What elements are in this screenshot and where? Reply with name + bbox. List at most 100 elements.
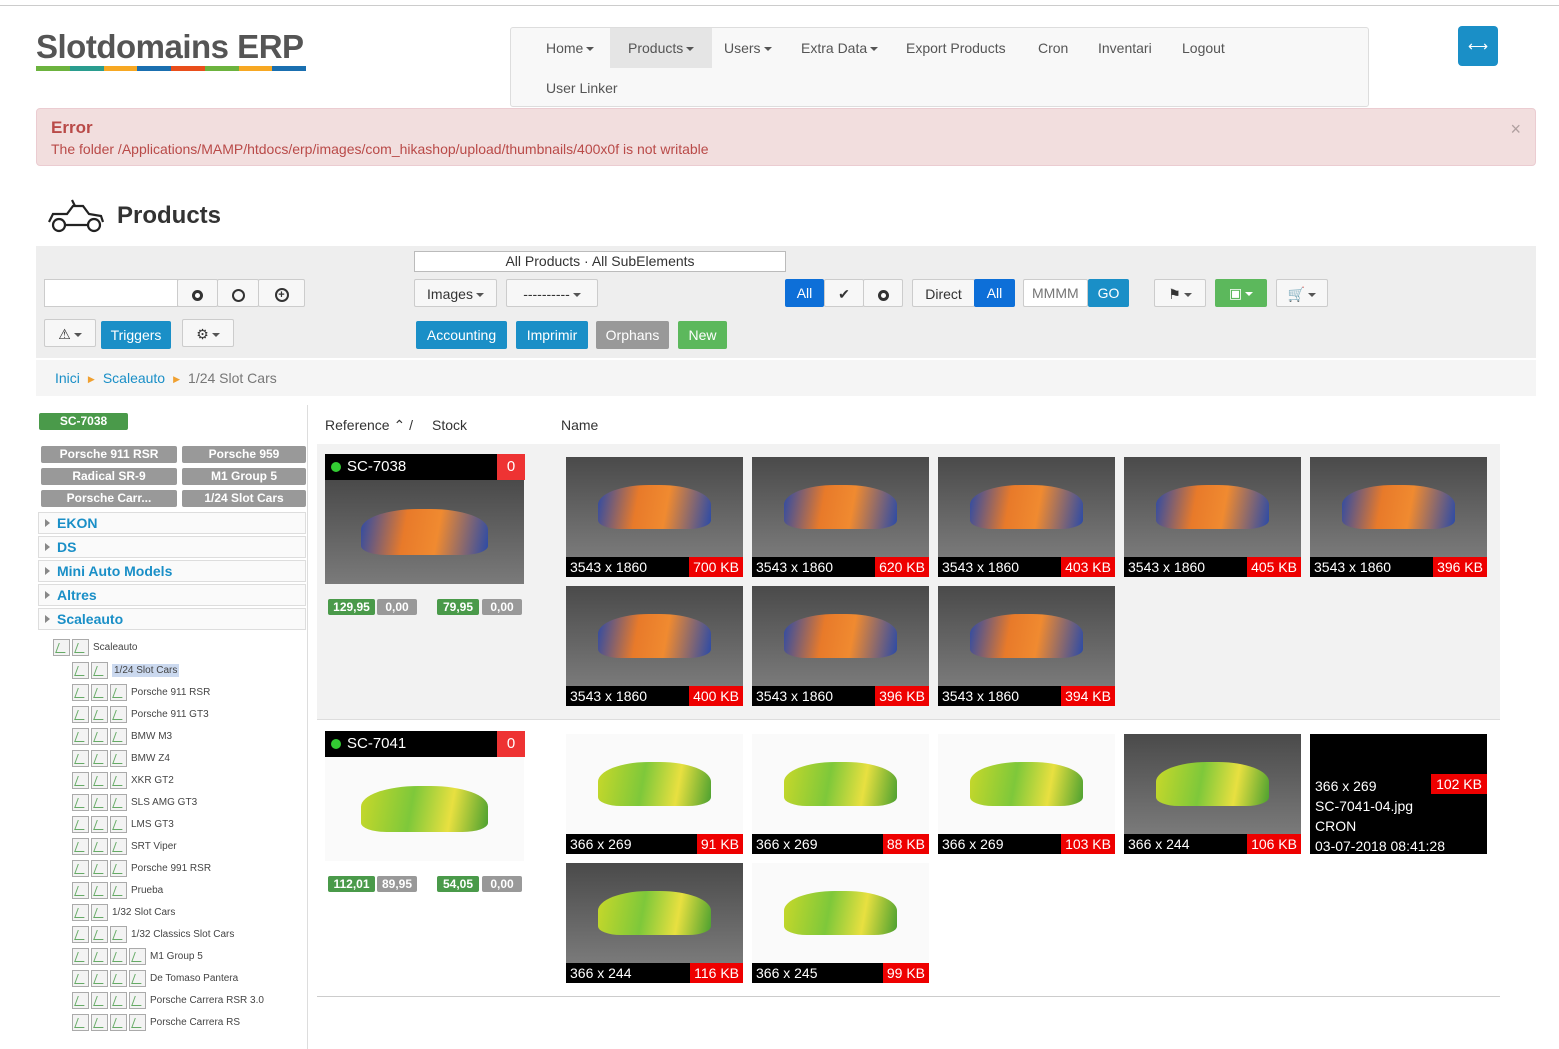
accordion-ekon[interactable]: EKON — [38, 512, 306, 534]
tree-node[interactable]: LMS GT3 — [72, 814, 174, 834]
triggers-button[interactable]: Triggers — [101, 321, 171, 349]
cart-dropdown[interactable]: 🛒 — [1276, 279, 1328, 307]
broken-image-icon[interactable] — [72, 947, 89, 965]
category-tag[interactable]: 1/24 Slot Cars — [182, 490, 306, 507]
accordion-mini-auto-models[interactable]: Mini Auto Models — [38, 560, 306, 582]
broken-image-icon[interactable] — [72, 661, 89, 679]
product-thumbnail[interactable]: 366 x 269 103 KB — [938, 734, 1115, 854]
bookmark-dropdown[interactable]: ⚑ — [1154, 279, 1206, 307]
product-main-image[interactable] — [325, 480, 524, 584]
broken-image-icon[interactable] — [110, 815, 127, 833]
accordion-ds[interactable]: DS — [38, 536, 306, 558]
nav-extra-data[interactable]: Extra Data — [783, 28, 896, 68]
tree-node[interactable]: 1/32 Classics Slot Cars — [72, 924, 234, 944]
broken-image-icon[interactable] — [72, 771, 89, 789]
broken-image-icon[interactable] — [72, 925, 89, 943]
accordion-scaleauto[interactable]: Scaleauto — [38, 608, 306, 630]
direct-button[interactable]: Direct — [912, 279, 975, 307]
broken-image-icon[interactable] — [91, 683, 108, 701]
broken-image-icon[interactable] — [91, 771, 108, 789]
zoom-search-button[interactable]: + — [258, 279, 305, 307]
broken-image-icon[interactable] — [110, 727, 127, 745]
broken-image-icon[interactable] — [91, 837, 108, 855]
broken-image-icon[interactable] — [110, 859, 127, 877]
category-dropdown[interactable]: ---------- — [506, 279, 598, 307]
accordion-altres[interactable]: Altres — [38, 584, 306, 606]
broken-image-icon[interactable] — [72, 749, 89, 767]
tree-node[interactable]: SLS AMG GT3 — [72, 792, 197, 812]
broken-image-icon[interactable] — [110, 969, 127, 987]
broken-image-icon[interactable] — [72, 969, 89, 987]
search-button[interactable] — [217, 279, 259, 307]
tree-node[interactable]: Porsche 911 RSR — [72, 682, 210, 702]
settings-dropdown[interactable]: ⚙ — [182, 319, 234, 347]
broken-image-icon[interactable] — [91, 815, 108, 833]
tree-node[interactable]: 1/24 Slot Cars — [72, 660, 180, 680]
close-icon[interactable]: × — [1510, 119, 1521, 140]
tree-node[interactable]: Porsche Carrera RS — [72, 1012, 240, 1032]
logo[interactable]: Slotdomains ERP — [36, 26, 306, 71]
filter-unchecked-button[interactable] — [863, 279, 903, 307]
tree-node[interactable]: 1/32 Slot Cars — [72, 902, 175, 922]
broken-image-icon[interactable] — [110, 705, 127, 723]
product-thumbnail[interactable]: 366 x 269 91 KB — [566, 734, 743, 854]
product-thumbnail[interactable]: 3543 x 1860 394 KB — [938, 586, 1115, 706]
selected-product-tag[interactable]: SC-7038 — [39, 413, 128, 430]
broken-image-icon[interactable] — [91, 925, 108, 943]
broken-image-icon[interactable] — [72, 815, 89, 833]
broken-image-icon[interactable] — [129, 991, 146, 1009]
broken-image-icon[interactable] — [129, 947, 146, 965]
image-dropdown[interactable]: ▣ — [1215, 279, 1267, 307]
filter-all-button[interactable]: All — [785, 279, 824, 307]
all-period-button[interactable]: All — [974, 279, 1015, 307]
broken-image-icon[interactable] — [110, 991, 127, 1009]
product-thumbnail[interactable]: 366 x 244 106 KB — [1124, 734, 1301, 854]
images-dropdown[interactable]: Images — [414, 279, 497, 307]
filter-scope-display[interactable]: All Products · All SubElements — [414, 251, 786, 272]
go-button[interactable]: GO — [1088, 279, 1129, 307]
nav-products[interactable]: Products — [610, 28, 713, 68]
nav-export-products[interactable]: Export Products — [888, 28, 1024, 68]
broken-image-icon[interactable] — [110, 881, 127, 899]
broken-image-icon[interactable] — [91, 793, 108, 811]
tree-node[interactable]: Prueba — [72, 880, 163, 900]
broken-image-icon[interactable] — [110, 771, 127, 789]
product-reference-header[interactable]: SC-7038 0 — [325, 454, 525, 480]
new-button[interactable]: New — [678, 321, 727, 349]
broken-image-icon[interactable] — [110, 925, 127, 943]
broken-image-icon[interactable] — [110, 1013, 127, 1031]
broken-image-icon[interactable] — [72, 638, 89, 656]
broken-image-icon[interactable] — [129, 1013, 146, 1031]
broken-image-icon[interactable] — [72, 727, 89, 745]
tree-node[interactable]: De Tomaso Pantera — [72, 968, 238, 988]
broken-image-icon[interactable] — [91, 969, 108, 987]
product-thumbnail[interactable]: 3543 x 1860 403 KB — [938, 457, 1115, 577]
broken-image-icon[interactable] — [91, 705, 108, 723]
expand-button[interactable]: ⟷ — [1458, 26, 1498, 66]
tree-node[interactable]: SRT Viper — [72, 836, 177, 856]
broken-image-icon[interactable] — [91, 859, 108, 877]
broken-image-icon[interactable] — [110, 947, 127, 965]
broken-image-icon[interactable] — [91, 903, 108, 921]
category-tag[interactable]: Radical SR-9 — [41, 468, 177, 485]
product-thumbnail[interactable]: 3543 x 1860 620 KB — [752, 457, 929, 577]
broken-image-icon[interactable] — [72, 991, 89, 1009]
nav-inventari[interactable]: Inventari — [1080, 28, 1170, 68]
broken-image-icon[interactable] — [110, 793, 127, 811]
product-thumbnail[interactable]: 3543 x 1860 396 KB — [1310, 457, 1487, 577]
accounting-button[interactable]: Accounting — [416, 321, 507, 349]
nav-logout[interactable]: Logout — [1164, 28, 1243, 68]
tree-node[interactable]: XKR GT2 — [72, 770, 174, 790]
product-thumbnail[interactable]: 3543 x 1860 405 KB — [1124, 457, 1301, 577]
broken-image-icon[interactable] — [110, 837, 127, 855]
broken-image-icon[interactable] — [72, 1013, 89, 1031]
breadcrumb-scaleauto[interactable]: Scaleauto — [103, 370, 165, 386]
category-tag[interactable]: Porsche Carr... — [41, 490, 177, 507]
broken-image-icon[interactable] — [53, 638, 70, 656]
broken-image-icon[interactable] — [72, 881, 89, 899]
nav-cron[interactable]: Cron — [1020, 28, 1086, 68]
orphans-button[interactable]: Orphans — [596, 321, 669, 349]
product-reference-header[interactable]: SC-7041 0 — [325, 731, 525, 757]
broken-image-icon[interactable] — [110, 749, 127, 767]
broken-image-icon[interactable] — [72, 837, 89, 855]
